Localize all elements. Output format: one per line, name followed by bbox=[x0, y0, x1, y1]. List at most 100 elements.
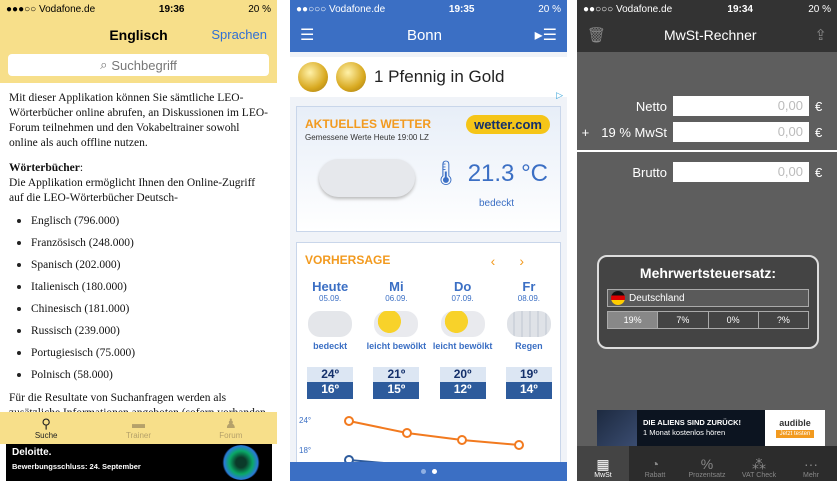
nav-bar: 🗑︎ MwSt-Rechner ⇪ bbox=[577, 18, 837, 52]
forecast-card: VORHERSAGE ‹› Heute 05.09. bedeckt 24º 1… bbox=[296, 242, 562, 466]
info-content: Mit dieser Applikation können Sie sämtli… bbox=[0, 83, 277, 439]
forecast-day: Fr 08.09. Regen 19º 14º bbox=[496, 279, 562, 399]
page-title: MwSt-Rechner bbox=[663, 27, 757, 43]
tax-field[interactable]: 0,00 bbox=[673, 122, 809, 142]
list-item: Polnisch (58.000) bbox=[17, 368, 268, 383]
ad-cta-button[interactable]: Jetzt testen bbox=[775, 430, 815, 438]
percent-icon: % bbox=[700, 456, 714, 472]
clock: 19:36 bbox=[158, 3, 185, 15]
list-play-icon[interactable]: ▸☰ bbox=[535, 25, 557, 45]
brutto-field[interactable]: 0,00 bbox=[673, 162, 809, 182]
leo-screen: ●●●○○ Vodafone.de 19:36 20 % Englisch Sp… bbox=[0, 0, 277, 481]
person-icon: ♟ bbox=[224, 415, 237, 431]
coin-image bbox=[336, 62, 366, 92]
tab-bar: ⚲ Suche ▬ Trainer ♟ Forum bbox=[0, 412, 277, 444]
graph-label-high: 24° bbox=[299, 416, 311, 425]
tab-suche[interactable]: ⚲ Suche bbox=[0, 412, 92, 444]
country-select[interactable]: Deutschland bbox=[607, 289, 809, 307]
forecast-days: Heute 05.09. bedeckt 24º 16º Mi 06.09. l… bbox=[297, 279, 562, 399]
languages-button[interactable]: Sprachen bbox=[211, 27, 267, 42]
ad-image bbox=[222, 445, 260, 480]
list-item: Spanisch (202.000) bbox=[17, 258, 268, 273]
germany-flag-icon bbox=[611, 291, 625, 305]
dict-text: Die Applikation ermöglicht Ihnen den Onl… bbox=[9, 177, 256, 204]
tab-mehr[interactable]: ··· Mehr bbox=[785, 446, 837, 481]
ad-subline: 1 Monat kostenlos hören bbox=[643, 428, 726, 437]
tab-prozentsatz[interactable]: % Prozentsatz bbox=[681, 446, 733, 481]
rate-segmented-control: 19% 7% 0% ?% bbox=[607, 311, 809, 329]
rate-option[interactable]: 7% bbox=[658, 312, 709, 328]
page-title: Englisch bbox=[109, 27, 168, 43]
tab-bar: ▦ MwSt ◔ Rabatt % Prozentsatz ⁂ VAT Check ··… bbox=[577, 446, 837, 481]
intro-text: Mit dieser Applikation können Sie sämtli… bbox=[9, 92, 268, 149]
share-icon[interactable]: ⇪ bbox=[814, 26, 827, 44]
high-temp-point bbox=[457, 435, 467, 445]
high-temp-line bbox=[348, 420, 520, 446]
tax-row: +19 % MwSt 0,00 € bbox=[577, 122, 837, 142]
carrier: ●●○○○ Vodafone.de bbox=[296, 3, 386, 15]
cloud-icon bbox=[319, 159, 415, 197]
list-item: Chinesisch (181.000) bbox=[17, 302, 268, 317]
trainer-icon: ▬ bbox=[131, 415, 145, 431]
card-title: AKTUELLES WETTER bbox=[305, 117, 431, 131]
list-item: Portugiesisch (75.000) bbox=[17, 346, 268, 361]
tab-vat-check[interactable]: ⁂ VAT Check bbox=[733, 446, 785, 481]
search-area: ⌕ Suchbegriff bbox=[0, 52, 277, 83]
battery: 20 % bbox=[248, 3, 271, 15]
card-subtitle: Gemessene Werte Heute 19:00 LZ bbox=[305, 133, 429, 142]
adchoices-icon[interactable]: ▷ bbox=[556, 90, 563, 101]
graph-label-low: 18° bbox=[299, 446, 311, 455]
clock: 19:34 bbox=[727, 3, 753, 15]
tab-mwst[interactable]: ▦ MwSt bbox=[577, 446, 629, 481]
status-bar: ●●○○○ Vodafone.de 19:34 20 % bbox=[577, 0, 837, 18]
battery: 20 % bbox=[808, 3, 831, 15]
ad-banner[interactable]: DIE ALIENS SIND ZURÜCK! 1 Monat kostenlo… bbox=[597, 410, 825, 446]
tab-rabatt[interactable]: ◔ Rabatt bbox=[629, 446, 681, 481]
chevron-right-icon[interactable]: › bbox=[519, 253, 548, 269]
search-placeholder: Suchbegriff bbox=[111, 57, 177, 73]
stars-icon: ⁂ bbox=[752, 456, 766, 472]
current-weather-card: AKTUELLES WETTER Gemessene Werte Heute 1… bbox=[296, 106, 561, 232]
ad-headline: DIE ALIENS SIND ZURÜCK! bbox=[643, 418, 742, 427]
vat-rate-panel: Mehrwertsteuersatz: Deutschland 19% 7% 0… bbox=[597, 255, 819, 349]
thermometer-icon: 🌡︎ bbox=[430, 160, 462, 187]
tab-forum[interactable]: ♟ Forum bbox=[185, 412, 277, 444]
language-list: Englisch (796.000) Französisch (248.000)… bbox=[9, 214, 268, 383]
temperature: 🌡︎ 21.3 °C bbox=[430, 160, 548, 187]
netto-field[interactable]: 0,00 bbox=[673, 96, 809, 116]
wetter-logo[interactable]: wetter.com bbox=[466, 115, 550, 134]
clock: 19:35 bbox=[448, 3, 475, 15]
ad-banner[interactable]: 1 Pfennig in Gold bbox=[290, 57, 567, 97]
list-item: Russisch (239.000) bbox=[17, 324, 268, 339]
rate-option[interactable]: 0% bbox=[709, 312, 759, 328]
panel-title: Mehrwertsteuersatz: bbox=[639, 265, 777, 281]
netto-row: Netto 0,00 € bbox=[577, 96, 837, 116]
vat-screen: ●●○○○ Vodafone.de 19:34 20 % 🗑︎ MwSt-Rec… bbox=[577, 0, 837, 481]
rate-option[interactable]: ?% bbox=[759, 312, 808, 328]
high-temp-point bbox=[514, 440, 524, 450]
more-icon: ··· bbox=[804, 456, 818, 472]
forecast-day: Heute 05.09. bedeckt 24º 16º bbox=[297, 279, 363, 399]
rate-option[interactable]: 19% bbox=[608, 312, 659, 328]
list-item: Französisch (248.000) bbox=[17, 236, 268, 251]
menu-icon[interactable]: ☰ bbox=[300, 25, 314, 45]
chevron-left-icon[interactable]: ‹ bbox=[491, 253, 520, 269]
sun-cloud-icon bbox=[440, 311, 485, 337]
page-indicator[interactable] bbox=[290, 462, 567, 481]
forecast-nav[interactable]: ‹› bbox=[491, 253, 548, 269]
ad-image bbox=[597, 410, 637, 446]
brutto-row: Brutto 0,00 € bbox=[577, 162, 837, 182]
sun-cloud-icon bbox=[374, 311, 419, 337]
ad-text: 1 Pfennig in Gold bbox=[374, 67, 505, 86]
search-input[interactable]: ⌕ Suchbegriff bbox=[8, 54, 269, 76]
battery: 20 % bbox=[538, 3, 561, 15]
status-bar: ●●●○○ Vodafone.de 19:36 20 % bbox=[0, 0, 277, 18]
nav-bar: ☰ Bonn ▸☰ bbox=[290, 18, 567, 52]
ad-banner[interactable]: Deloitte. Bewerbungsschluss: 24. Septemb… bbox=[6, 444, 272, 481]
cloud-icon bbox=[308, 311, 353, 337]
search-icon: ⚲ bbox=[41, 415, 51, 431]
tab-trainer[interactable]: ▬ Trainer bbox=[92, 412, 184, 444]
page-title: Bonn bbox=[406, 26, 442, 44]
nav-bar: Englisch Sprachen bbox=[0, 18, 277, 52]
trash-icon[interactable]: 🗑︎ bbox=[587, 26, 606, 44]
